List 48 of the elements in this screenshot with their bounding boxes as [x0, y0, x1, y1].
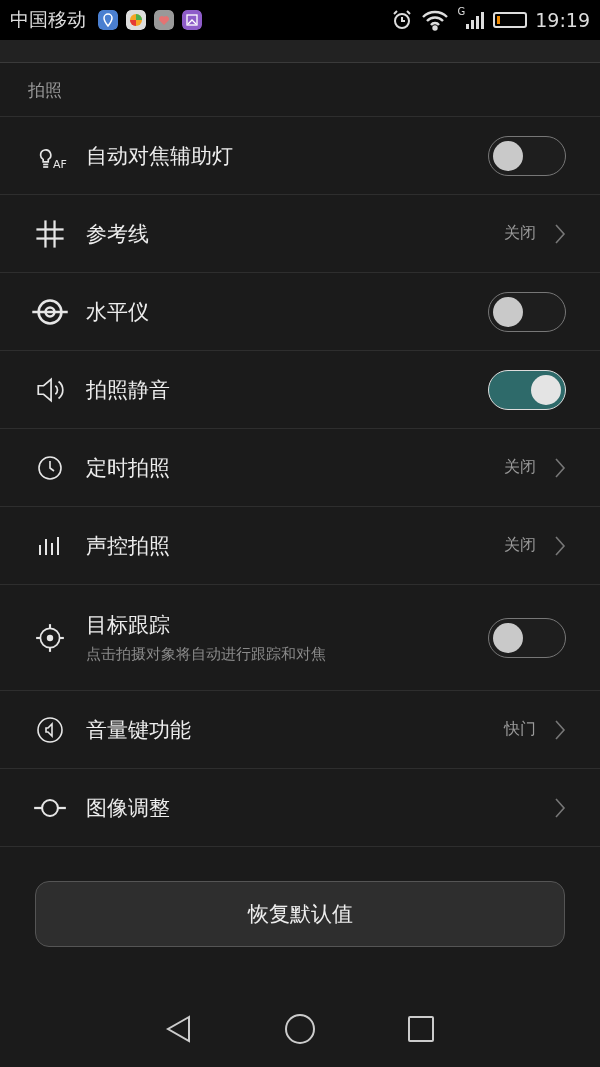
setting-label: 声控拍照 [86, 532, 171, 560]
toggle-switch[interactable] [488, 135, 566, 176]
setting-label: 图像调整 [86, 794, 171, 822]
signal-icon [465, 10, 486, 30]
settings-row[interactable]: 图像调整 [0, 769, 600, 847]
af-label: AF [53, 157, 67, 171]
setting-value: 快门 [504, 719, 536, 740]
recents-icon[interactable] [406, 1015, 435, 1043]
setting-value: 关闭 [504, 223, 536, 244]
setting-label: 拍照静音 [86, 376, 171, 404]
settings-row[interactable]: 拍照静音 [0, 351, 600, 429]
setting-value: 关闭 [504, 457, 536, 478]
location-app-icon [98, 10, 118, 30]
settings-row[interactable]: 参考线 关闭 [0, 195, 600, 273]
wifi-icon [421, 9, 450, 31]
section-title: 拍照 [0, 63, 600, 117]
setting-label: 音量键功能 [86, 716, 192, 744]
home-icon[interactable] [284, 1013, 316, 1045]
colorful-app-icon [126, 10, 146, 30]
settings-row[interactable]: AF 自动对焦辅助灯 [0, 117, 600, 195]
setting-value: 关闭 [504, 535, 536, 556]
reset-button[interactable]: 恢复默认值 [35, 881, 565, 947]
chevron-icon [554, 222, 566, 245]
toggle-switch[interactable] [488, 617, 566, 658]
setting-label: 水平仪 [86, 298, 150, 326]
settings-row[interactable]: 声控拍照 关闭 [0, 507, 600, 585]
battery-icon [493, 12, 528, 28]
clock-time: 19:19 [535, 9, 590, 31]
settings-row[interactable]: 定时拍照 关闭 [0, 429, 600, 507]
settings-row[interactable]: 目标跟踪 点击拍摄对象将自动进行跟踪和对焦 [0, 585, 600, 691]
carrier-name: 中国移动 [10, 7, 86, 32]
settings-row[interactable]: 水平仪 [0, 273, 600, 351]
target-icon [34, 621, 66, 654]
chevron-icon [554, 534, 566, 557]
toggle-switch[interactable] [488, 291, 566, 332]
chevron-icon [554, 718, 566, 741]
chevron-icon [554, 796, 566, 819]
setting-label: 参考线 [86, 220, 150, 248]
setting-description: 点击拍摄对象将自动进行跟踪和对焦 [86, 645, 327, 664]
speaker-circle-icon [35, 714, 65, 745]
setting-label: 自动对焦辅助灯 [86, 142, 234, 170]
heart-app-icon [154, 10, 174, 30]
settings-row[interactable]: 音量键功能 快门 [0, 691, 600, 769]
gallery-app-icon [182, 10, 202, 30]
setting-label: 定时拍照 [86, 454, 171, 482]
setting-label: 目标跟踪 [86, 612, 171, 639]
chevron-icon [554, 456, 566, 479]
network-type: G [457, 6, 466, 17]
